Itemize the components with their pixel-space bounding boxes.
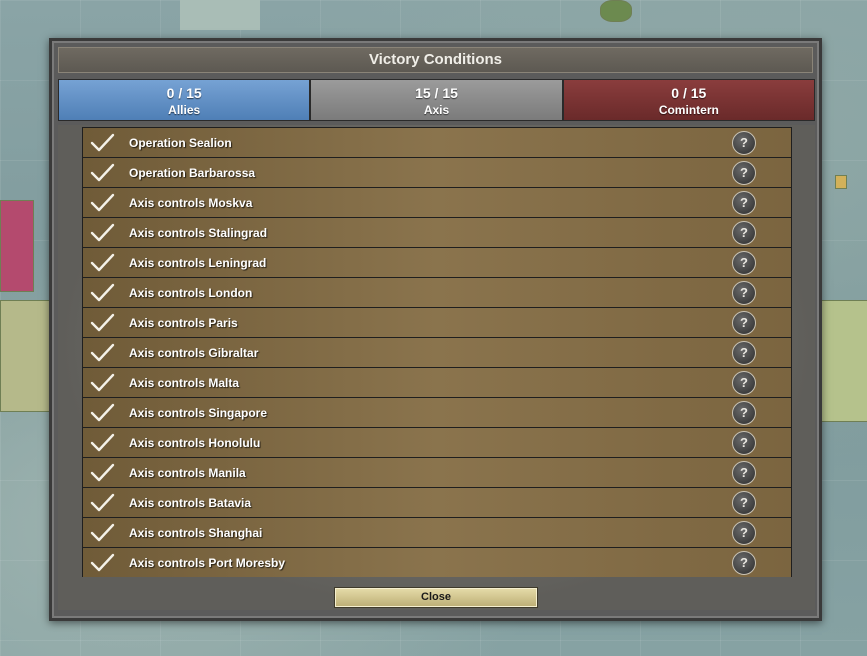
condition-row: Operation Barbarossa? [83,158,791,187]
condition-row: Axis controls Batavia? [83,488,791,517]
condition-label: Axis controls Manila [129,465,246,480]
faction-score: 15 / 15 [415,85,458,101]
faction-score: 0 / 15 [166,85,202,101]
condition-label: Axis controls Moskva [129,195,253,210]
help-question-icon[interactable]: ? [732,190,756,215]
checkmark-icon [90,253,115,271]
condition-label: Axis controls Stalingrad [129,225,268,240]
conditions-list: Operation Sealion? Operation Barbarossa? A… [82,127,792,577]
map-landmass [180,0,260,30]
condition-label: Axis controls Batavia [129,495,252,510]
condition-row: Axis controls Singapore? [83,398,791,427]
help-question-icon[interactable]: ? [732,430,756,455]
faction-tabs: 0 / 15 Allies 15 / 15 Axis 0 / 15 Comint… [58,79,815,121]
map-landmass [835,175,847,189]
condition-row: Axis controls Stalingrad? [83,218,791,247]
close-button[interactable]: Close [334,587,538,608]
condition-row: Axis controls Shanghai? [83,518,791,547]
condition-label: Axis controls London [129,285,253,300]
checkmark-icon [90,553,115,571]
condition-label: Axis controls Honolulu [129,435,261,450]
checkmark-icon [90,133,115,151]
help-question-icon[interactable]: ? [732,460,756,485]
help-question-icon[interactable]: ? [732,220,756,245]
checkmark-icon [90,163,115,181]
map-landmass [820,300,867,422]
help-question-icon[interactable]: ? [732,550,756,575]
checkmark-icon [90,433,115,451]
condition-label: Operation Sealion [129,135,232,150]
tab-axis[interactable]: 15 / 15 Axis [310,79,563,121]
condition-label: Operation Barbarossa [129,165,256,180]
checkmark-icon [90,223,115,241]
help-question-icon[interactable]: ? [732,340,756,365]
condition-row: Axis controls Honolulu? [83,428,791,457]
help-question-icon[interactable]: ? [732,370,756,395]
checkmark-icon [90,373,115,391]
conditions-panel: Operation Sealion? Operation Barbarossa? A… [58,125,815,610]
help-question-icon[interactable]: ? [732,310,756,335]
condition-label: Axis controls Gibraltar [129,345,259,360]
condition-row: Axis controls Manila? [83,458,791,487]
tab-comintern[interactable]: 0 / 15 Comintern [562,79,815,121]
help-question-icon[interactable]: ? [732,490,756,515]
checkmark-icon [90,313,115,331]
condition-row: Axis controls Port Moresby? [83,548,791,577]
condition-row: Axis controls Paris? [83,308,791,337]
condition-label: Axis controls Shanghai [129,525,263,540]
checkmark-icon [90,523,115,541]
map-landmass [0,200,34,292]
victory-conditions-dialog: Victory Conditions 0 / 15 Allies 15 / 15… [49,38,822,621]
condition-row: Operation Sealion? [83,128,791,157]
condition-row: Axis controls Leningrad? [83,248,791,277]
condition-label: Axis controls Paris [129,315,238,330]
condition-label: Axis controls Malta [129,375,240,390]
condition-label: Axis controls Singapore [129,405,268,420]
condition-row: Axis controls Gibraltar? [83,338,791,367]
condition-row: Axis controls London? [83,278,791,307]
condition-row: Axis controls Moskva? [83,188,791,217]
help-question-icon[interactable]: ? [732,250,756,275]
condition-row: Axis controls Malta? [83,368,791,397]
map-landmass [0,300,52,412]
help-question-icon[interactable]: ? [732,160,756,185]
checkmark-icon [90,463,115,481]
map-landmass [600,0,632,22]
condition-label: Axis controls Port Moresby [129,555,286,570]
faction-name: Allies [168,103,201,117]
checkmark-icon [90,283,115,301]
help-question-icon[interactable]: ? [732,130,756,155]
help-question-icon[interactable]: ? [732,280,756,305]
faction-score: 0 / 15 [671,85,707,101]
faction-name: Axis [423,103,450,117]
faction-name: Comintern [658,103,719,117]
help-question-icon[interactable]: ? [732,400,756,425]
tab-allies[interactable]: 0 / 15 Allies [58,79,311,121]
checkmark-icon [90,343,115,361]
dialog-title: Victory Conditions [58,47,813,73]
help-question-icon[interactable]: ? [732,520,756,545]
checkmark-icon [90,403,115,421]
condition-label: Axis controls Leningrad [129,255,267,270]
checkmark-icon [90,193,115,211]
checkmark-icon [90,493,115,511]
